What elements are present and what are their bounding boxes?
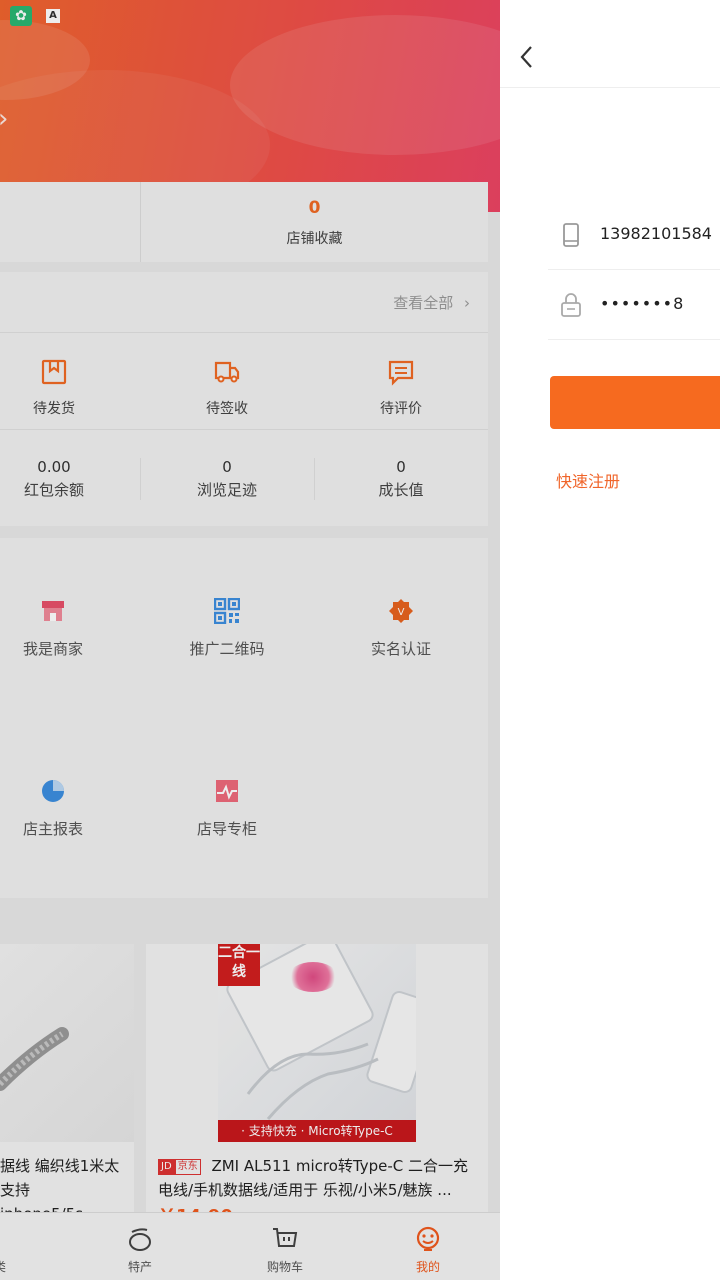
login-button[interactable] <box>550 376 720 429</box>
background-profile-page: ✿ A › 0 店铺收藏 查看全部 › 待发货 <box>0 0 500 1280</box>
lock-icon <box>561 293 581 317</box>
back-arrow-icon[interactable] <box>512 42 542 72</box>
header-divider <box>500 87 720 88</box>
password-input[interactable]: •••••••8 <box>600 294 684 313</box>
quick-register-link[interactable]: 快速注册 <box>556 468 620 492</box>
phone-input[interactable]: 13982101584 <box>600 224 712 243</box>
password-field[interactable]: •••••••8 <box>548 270 720 340</box>
phone-field[interactable]: 13982101584 <box>548 200 720 270</box>
phone-icon <box>563 223 579 247</box>
page-shade-overlay <box>0 0 500 1280</box>
login-panel: 13982101584 •••••••8 快速注册 <box>500 0 720 1280</box>
